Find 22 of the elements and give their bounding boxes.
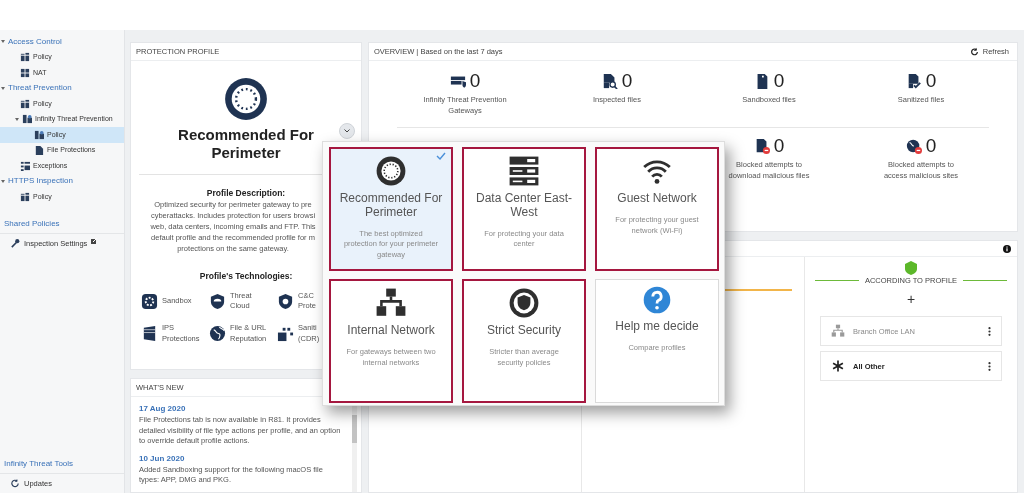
stat-value: 0 xyxy=(469,71,481,91)
tree-item[interactable]: Threat Prevention xyxy=(0,80,124,96)
stat-value: 0 xyxy=(925,71,937,91)
section-heading: Shared Policies xyxy=(0,214,124,234)
news-date: 17 Aug 2020 xyxy=(139,403,187,416)
section-heading: Infinity Threat Tools xyxy=(0,454,124,474)
stat-value: 0 xyxy=(621,71,633,91)
stat-value: 0 xyxy=(925,136,937,155)
tree-item[interactable]: HTTPS Inspection xyxy=(0,173,124,189)
tree-item[interactable]: Access Control xyxy=(0,34,124,50)
stat-value: 0 xyxy=(773,71,785,91)
tile-title: Strict Security xyxy=(486,324,562,338)
tile-title: Data Center East-West xyxy=(474,192,573,220)
tile-title: Guest Network xyxy=(616,192,698,206)
stat-value: 0 xyxy=(773,136,785,155)
tile-title: Help me decide xyxy=(614,320,700,334)
tile-title: Recommended For Perimeter xyxy=(338,192,444,220)
news-date: 10 Jun 2020 xyxy=(139,452,186,465)
add-button[interactable]: + xyxy=(906,292,916,307)
profile-title: Recommended For Perimeter xyxy=(177,126,315,163)
tile-title: Internal Network xyxy=(346,324,436,338)
section-heading: Profile's Technologies: xyxy=(198,270,294,284)
